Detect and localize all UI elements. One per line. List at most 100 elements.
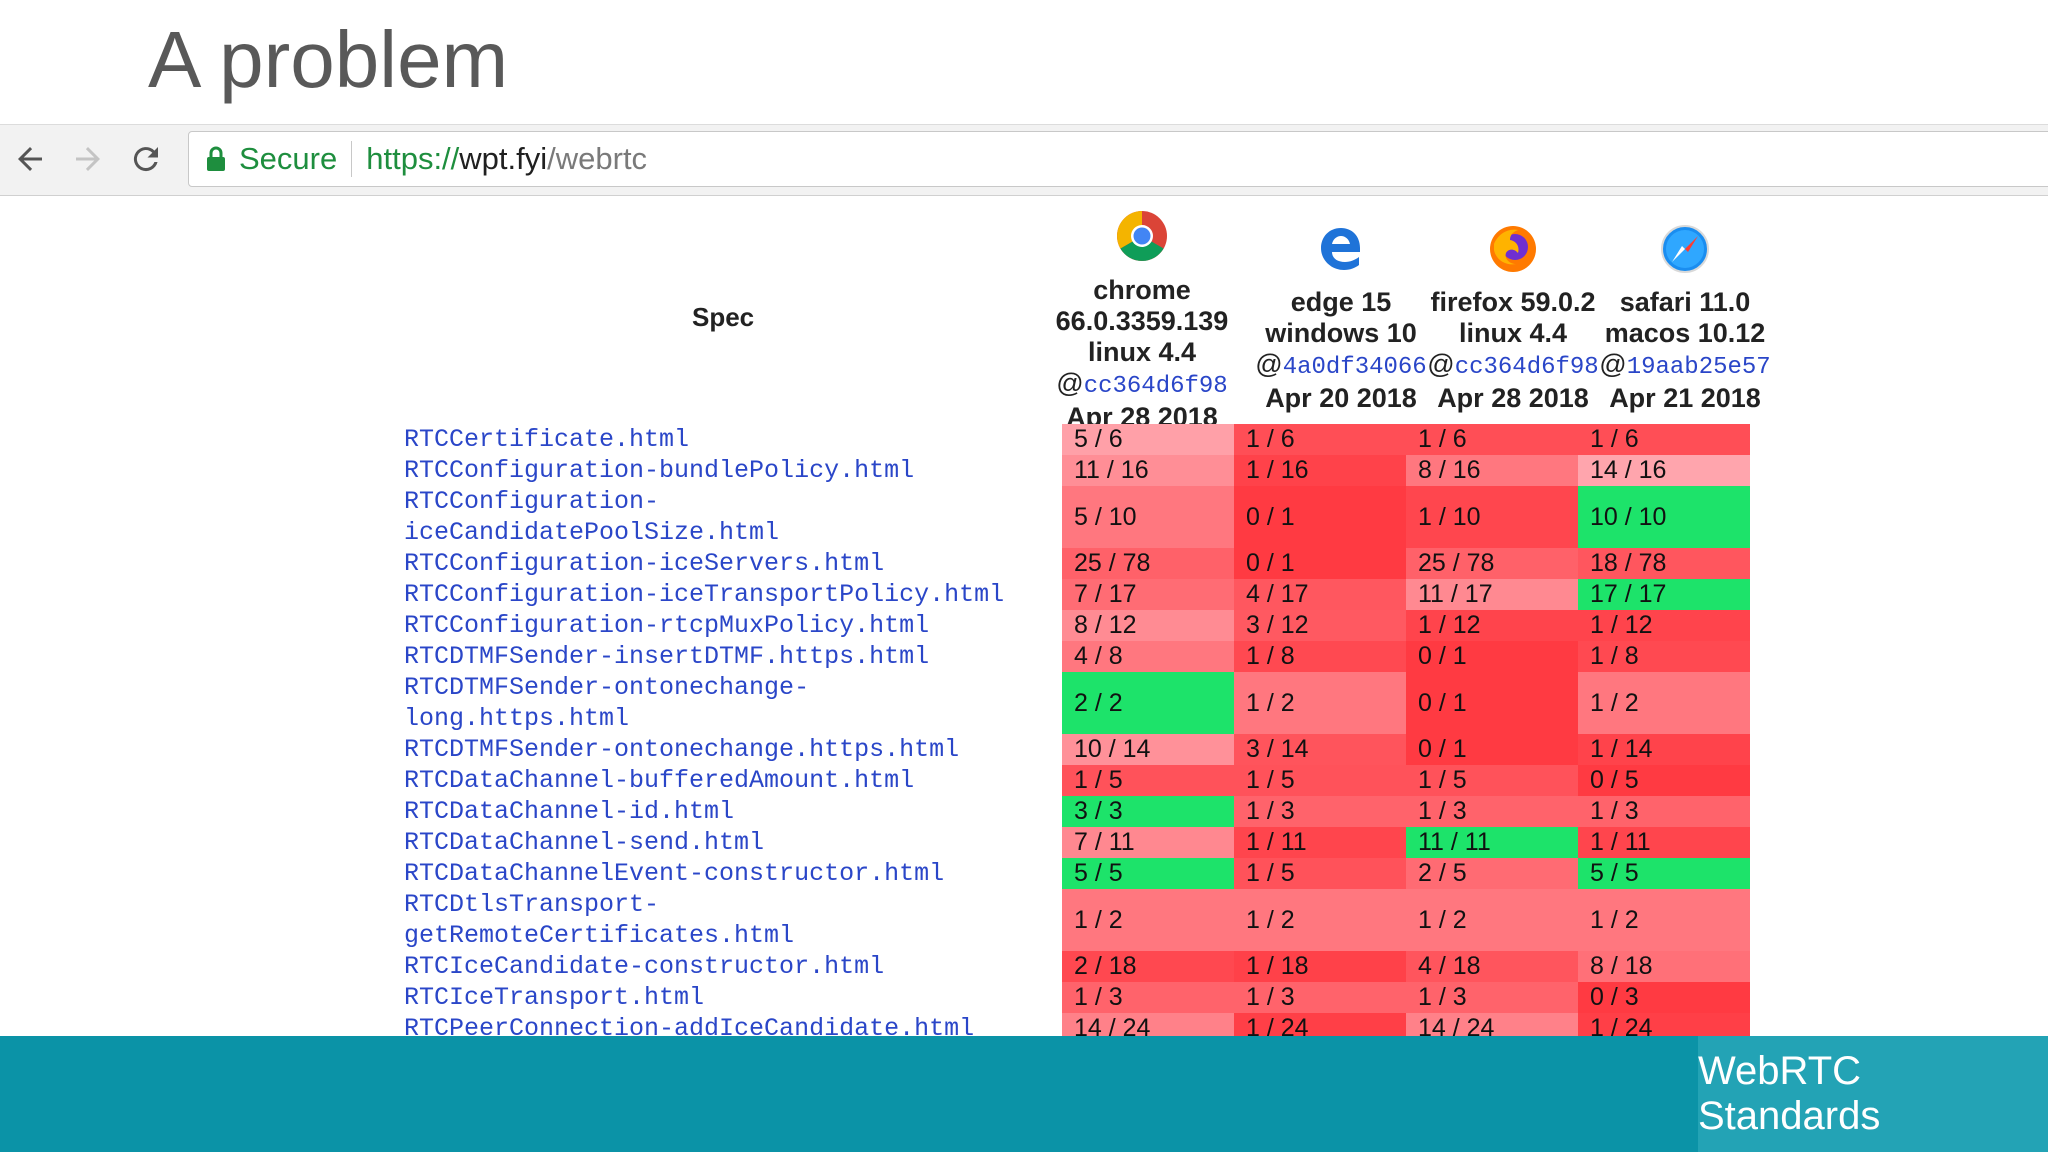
result-cell[interactable]: 3 / 12 bbox=[1234, 610, 1406, 641]
revision-link[interactable]: 19aab25e57 bbox=[1627, 354, 1771, 381]
spec-link[interactable]: RTCCertificate.html bbox=[404, 424, 1062, 455]
result-cell[interactable]: 1 / 2 bbox=[1062, 889, 1234, 951]
result-cell[interactable]: 1 / 2 bbox=[1234, 672, 1406, 734]
result-cell[interactable]: 0 / 1 bbox=[1406, 672, 1578, 734]
result-cell[interactable]: 1 / 14 bbox=[1578, 734, 1750, 765]
result-cell[interactable]: 1 / 6 bbox=[1578, 424, 1750, 455]
result-cell[interactable]: 4 / 8 bbox=[1062, 641, 1234, 672]
result-cell[interactable]: 1 / 6 bbox=[1406, 424, 1578, 455]
spec-link[interactable]: RTCDataChannel-send.html bbox=[404, 827, 1062, 858]
result-cell[interactable]: 0 / 5 bbox=[1578, 765, 1750, 796]
spec-link[interactable]: RTCConfiguration-iceTransportPolicy.html bbox=[404, 579, 1062, 610]
result-cell[interactable]: 5 / 5 bbox=[1578, 858, 1750, 889]
result-cell[interactable]: 1 / 3 bbox=[1234, 796, 1406, 827]
run-date: Apr 20 2018 bbox=[1265, 383, 1417, 413]
spec-link[interactable]: RTCConfiguration-bundlePolicy.html bbox=[404, 455, 1062, 486]
result-cell[interactable]: 1 / 24 bbox=[1578, 1013, 1750, 1036]
revision-link[interactable]: cc364d6f98 bbox=[1084, 373, 1228, 400]
result-cell[interactable]: 1 / 6 bbox=[1234, 424, 1406, 455]
result-cell[interactable]: 1 / 16 bbox=[1234, 455, 1406, 486]
spec-link[interactable]: RTCDTMFSender-insertDTMF.https.html bbox=[404, 641, 1062, 672]
result-cell[interactable]: 0 / 1 bbox=[1406, 734, 1578, 765]
result-cell[interactable]: 14 / 24 bbox=[1406, 1013, 1578, 1036]
spec-link[interactable]: RTCDTMFSender-ontonechange.https.html bbox=[404, 734, 1062, 765]
revision-link[interactable]: cc364d6f98 bbox=[1455, 354, 1599, 381]
result-cell[interactable]: 1 / 11 bbox=[1578, 827, 1750, 858]
result-cell[interactable]: 1 / 24 bbox=[1234, 1013, 1406, 1036]
result-cell[interactable]: 10 / 14 bbox=[1062, 734, 1234, 765]
back-arrow-icon[interactable] bbox=[10, 137, 50, 181]
result-cell[interactable]: 2 / 18 bbox=[1062, 951, 1234, 982]
reload-icon[interactable] bbox=[126, 137, 166, 181]
result-cell[interactable]: 11 / 16 bbox=[1062, 455, 1234, 486]
result-cell[interactable]: 1 / 2 bbox=[1234, 889, 1406, 951]
spec-link[interactable]: RTCDataChannel-id.html bbox=[404, 796, 1062, 827]
spec-link[interactable]: RTCIceTransport.html bbox=[404, 982, 1062, 1013]
url-scheme: https:// bbox=[366, 141, 460, 176]
result-cell[interactable]: 1 / 3 bbox=[1578, 796, 1750, 827]
result-cell[interactable]: 1 / 12 bbox=[1578, 610, 1750, 641]
result-cell[interactable]: 14 / 16 bbox=[1578, 455, 1750, 486]
result-cell[interactable]: 25 / 78 bbox=[1062, 548, 1234, 579]
result-cell[interactable]: 11 / 17 bbox=[1406, 579, 1578, 610]
spec-link[interactable]: RTCConfiguration-iceServers.html bbox=[404, 548, 1062, 579]
revision-link[interactable]: 4a0df34066 bbox=[1283, 354, 1427, 381]
result-cell[interactable]: 5 / 5 bbox=[1062, 858, 1234, 889]
result-cell[interactable]: 7 / 17 bbox=[1062, 579, 1234, 610]
result-cell[interactable]: 17 / 17 bbox=[1578, 579, 1750, 610]
spec-link[interactable]: RTCDataChannel-bufferedAmount.html bbox=[404, 765, 1062, 796]
result-cell[interactable]: 1 / 18 bbox=[1234, 951, 1406, 982]
result-cell[interactable]: 1 / 8 bbox=[1578, 641, 1750, 672]
result-cell[interactable]: 8 / 18 bbox=[1578, 951, 1750, 982]
result-cell[interactable]: 1 / 11 bbox=[1234, 827, 1406, 858]
result-cell[interactable]: 1 / 5 bbox=[1062, 765, 1234, 796]
result-cell[interactable]: 0 / 1 bbox=[1234, 486, 1406, 548]
spec-link[interactable]: RTCConfiguration-rtcpMuxPolicy.html bbox=[404, 610, 1062, 641]
result-cell[interactable]: 3 / 3 bbox=[1062, 796, 1234, 827]
result-cell[interactable]: 1 / 3 bbox=[1062, 982, 1234, 1013]
result-cell[interactable]: 0 / 3 bbox=[1578, 982, 1750, 1013]
result-cell[interactable]: 7 / 11 bbox=[1062, 827, 1234, 858]
spec-link[interactable]: RTCPeerConnection-addIceCandidate.html bbox=[404, 1013, 1062, 1036]
spec-link[interactable]: RTCDtlsTransport-getRemoteCertificates.h… bbox=[404, 889, 1062, 951]
result-cell[interactable]: 0 / 1 bbox=[1234, 548, 1406, 579]
result-cell[interactable]: 8 / 12 bbox=[1062, 610, 1234, 641]
result-cell[interactable]: 8 / 16 bbox=[1406, 455, 1578, 486]
result-cell[interactable]: 1 / 10 bbox=[1406, 486, 1578, 548]
spec-link[interactable]: RTCDataChannelEvent-constructor.html bbox=[404, 858, 1062, 889]
result-cell[interactable]: 1 / 5 bbox=[1406, 765, 1578, 796]
result-cell[interactable]: 4 / 18 bbox=[1406, 951, 1578, 982]
result-cell[interactable]: 5 / 10 bbox=[1062, 486, 1234, 548]
rev-at-sign: @ bbox=[1427, 349, 1455, 379]
result-cell[interactable]: 3 / 14 bbox=[1234, 734, 1406, 765]
result-cell[interactable]: 2 / 5 bbox=[1406, 858, 1578, 889]
result-cell[interactable]: 2 / 2 bbox=[1062, 672, 1234, 734]
address-bar[interactable]: Secure https://wpt.fyi/webrtc bbox=[188, 131, 2048, 187]
spec-link-text: long.https.html bbox=[404, 704, 630, 733]
result-cell[interactable]: 18 / 78 bbox=[1578, 548, 1750, 579]
result-cell[interactable]: 11 / 11 bbox=[1406, 827, 1578, 858]
forward-arrow-icon[interactable] bbox=[68, 137, 108, 181]
result-cell[interactable]: 1 / 8 bbox=[1234, 641, 1406, 672]
result-cell[interactable]: 1 / 3 bbox=[1406, 982, 1578, 1013]
spec-link[interactable]: RTCDTMFSender-ontonechange-long.https.ht… bbox=[404, 672, 1062, 734]
result-cell[interactable]: 1 / 2 bbox=[1406, 889, 1578, 951]
result-cell[interactable]: 1 / 5 bbox=[1234, 765, 1406, 796]
result-cell[interactable]: 1 / 3 bbox=[1234, 982, 1406, 1013]
spec-link[interactable]: RTCConfiguration-iceCandidatePoolSize.ht… bbox=[404, 486, 1062, 548]
result-cell[interactable]: 5 / 6 bbox=[1062, 424, 1234, 455]
result-cell[interactable]: 1 / 2 bbox=[1578, 889, 1750, 951]
spec-link[interactable]: RTCIceCandidate-constructor.html bbox=[404, 951, 1062, 982]
result-cell[interactable]: 4 / 17 bbox=[1234, 579, 1406, 610]
result-cell[interactable]: 1 / 5 bbox=[1234, 858, 1406, 889]
result-cell[interactable]: 1 / 2 bbox=[1578, 672, 1750, 734]
result-cell[interactable]: 0 / 1 bbox=[1406, 641, 1578, 672]
result-cell[interactable]: 25 / 78 bbox=[1406, 548, 1578, 579]
spec-link-text: RTCConfiguration-iceTransportPolicy.html bbox=[404, 580, 1005, 609]
spec-link-text: RTCDataChannel-send.html bbox=[404, 828, 765, 857]
spec-link-text: RTCDataChannel-id.html bbox=[404, 797, 735, 826]
result-cell[interactable]: 14 / 24 bbox=[1062, 1013, 1234, 1036]
result-cell[interactable]: 1 / 3 bbox=[1406, 796, 1578, 827]
result-cell[interactable]: 10 / 10 bbox=[1578, 486, 1750, 548]
result-cell[interactable]: 1 / 12 bbox=[1406, 610, 1578, 641]
